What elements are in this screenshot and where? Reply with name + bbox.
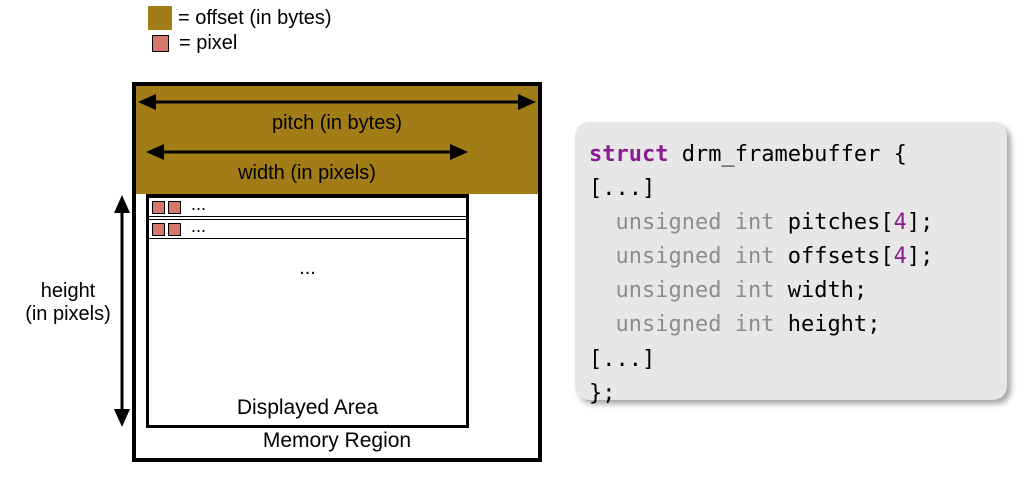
- type-uint-4: unsigned int: [616, 312, 775, 337]
- field-pitches: pitches: [788, 210, 881, 235]
- height-label: height (in pixels): [18, 280, 118, 326]
- pitch-arrow: [138, 92, 536, 112]
- row1-ellipsis: ...: [191, 194, 206, 215]
- legend-pixel-row: = pixel: [148, 32, 332, 55]
- arr-num-2: 4: [894, 244, 907, 269]
- ellipsis-2: [...]: [589, 347, 655, 372]
- row2-ellipsis: ...: [191, 216, 206, 237]
- field-offsets: offsets: [788, 244, 881, 269]
- brace-close: };: [589, 381, 616, 406]
- semi-1: ;: [920, 210, 933, 235]
- pixel-icon: [152, 223, 165, 236]
- legend-offset-text: = offset (in bytes): [178, 7, 332, 30]
- semi-2: ;: [920, 244, 933, 269]
- pixel-swatch: [152, 35, 169, 52]
- arr-num-1: 4: [894, 210, 907, 235]
- height-label-line1: height: [41, 280, 96, 302]
- pixel-row-2: ...: [149, 219, 466, 239]
- arr-open-1: [: [880, 210, 893, 235]
- ellipsis-1: [...]: [589, 176, 655, 201]
- memory-region-box: pitch (in bytes) width (in pixels) ... .…: [132, 82, 542, 462]
- pitch-label: pitch (in bytes): [136, 112, 538, 135]
- type-uint-1: unsigned int: [616, 210, 775, 235]
- arr-open-2: [: [880, 244, 893, 269]
- width-label: width (in pixels): [146, 162, 468, 185]
- semi-3: ;: [854, 278, 867, 303]
- type-uint-3: unsigned int: [616, 278, 775, 303]
- semi-4: ;: [867, 312, 880, 337]
- pixel-icon: [152, 201, 165, 214]
- type-uint-2: unsigned int: [616, 244, 775, 269]
- displayed-area-label: Displayed Area: [149, 396, 466, 420]
- field-width: width: [788, 278, 854, 303]
- struct-name: drm_framebuffer: [682, 142, 881, 167]
- brace-open: {: [894, 142, 907, 167]
- pixel-icon: [168, 201, 181, 214]
- width-arrow: [146, 142, 468, 162]
- displayed-area-box: ... ... ... Displayed Area: [146, 194, 469, 428]
- body-ellipsis: ...: [149, 257, 466, 280]
- offset-swatch: [148, 6, 172, 30]
- memory-region-label: Memory Region: [136, 429, 538, 453]
- kw-struct: struct: [589, 142, 668, 167]
- pixel-icon: [168, 223, 181, 236]
- legend-pixel-text: = pixel: [179, 32, 237, 55]
- arr-close-1: ]: [907, 210, 920, 235]
- legend-offset-row: = offset (in bytes): [148, 6, 332, 30]
- field-height: height: [788, 312, 867, 337]
- height-label-line2: (in pixels): [25, 303, 111, 325]
- pixel-row-1: ...: [149, 197, 466, 217]
- legend: = offset (in bytes) = pixel: [148, 6, 332, 57]
- code-panel: struct drm_framebuffer { [...] unsigned …: [575, 122, 1007, 400]
- arr-close-2: ]: [907, 244, 920, 269]
